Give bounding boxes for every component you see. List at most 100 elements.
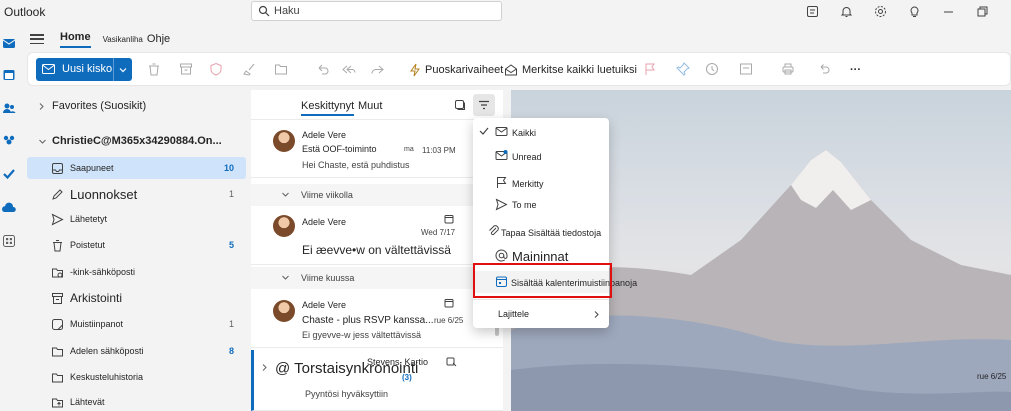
folder-sent[interactable]: Lähetetyt [27,208,246,230]
folder-adele-mail[interactable]: Adelen sähköposti 8 [27,340,246,362]
unread-count: 10 [223,163,234,173]
tab-focused[interactable]: Keskittynyt [301,100,355,116]
move-icon[interactable] [274,62,288,76]
print-icon[interactable] [781,62,795,76]
filter-all[interactable]: Kaikki [473,121,609,143]
avatar [273,130,295,152]
calendar-icon [444,215,454,224]
filter-label: Maininnat [512,249,569,264]
toolbar: Uusi kisko Puoskarivaiheet Merkitse kaik… [27,52,1011,86]
filter-unread[interactable]: Unread [473,145,609,167]
filter-label: Lajittele [498,309,530,319]
filter-icon [479,100,489,110]
quick-steps-button[interactable]: Puoskarivaiheet [409,62,503,78]
undo-icon[interactable] [316,62,330,76]
tab-view[interactable]: Vasikanliha [103,35,143,44]
chevron-right-icon [39,102,44,110]
folder-count: 1 [228,189,234,199]
pin-icon[interactable] [676,62,690,76]
filter-has-files[interactable]: Tapaa Sisältää tiedostoja [473,222,609,244]
folder-deleted[interactable]: Poistetut 5 [27,234,246,256]
reply-all-icon[interactable] [342,62,356,76]
folder-label: Lähetetyt [70,214,108,224]
favorites-section[interactable]: Favorites (Suosikit) [27,95,246,117]
folder-count: 1 [228,319,234,329]
folder-archive[interactable]: Arkistointi [27,287,246,309]
flag-icon[interactable] [643,62,657,76]
delete-icon[interactable] [147,62,161,76]
folder-drafts[interactable]: Luonnokset 1 [27,183,246,205]
folder-label: Adelen sähköposti [70,346,144,356]
folder-icon [52,373,63,382]
group-header[interactable]: Viime kuussa [251,267,503,289]
notes-icon[interactable] [803,3,821,19]
folder-label: Arkistointi [70,291,123,305]
search-box[interactable]: Haku [251,1,502,21]
account-label: ChristieC@M365x34290884.On... [52,135,222,147]
filter-button[interactable] [473,94,495,116]
chevron-down-icon[interactable] [113,58,132,81]
tab-other[interactable]: Muut [358,100,382,112]
outbox-icon [52,398,63,407]
menu-icon[interactable] [30,33,44,45]
group-header[interactable]: Viime viikolla [251,184,503,206]
filter-label: Kaikki [512,128,537,138]
list-item[interactable]: Stevens, Kartio @ Torstaisynkronointi (3… [251,350,503,411]
account-section[interactable]: ChristieC@M365x34290884.On... [27,130,246,152]
folder-label: Luonnokset [70,186,138,202]
message-subject: Estä OOF-toiminto [302,144,377,154]
bell-icon[interactable] [837,3,855,19]
undo-last-icon[interactable] [817,62,831,76]
groups-app-icon[interactable] [2,133,16,147]
minimize-icon[interactable] [939,3,957,19]
rules-icon[interactable] [739,62,753,76]
people-app-icon[interactable] [2,101,16,115]
search-icon [258,5,270,17]
tab-home[interactable]: Home [60,31,91,48]
mail-icon [42,64,55,74]
group-label: Viime kuussa [301,273,355,283]
folder-notes[interactable]: Muistiinpanot 1 [27,313,246,335]
message-list: Keskittynyt Muut Adele Vere Estä OOF-toi… [251,90,503,411]
select-icon[interactable] [454,99,466,111]
message-subject: @ Torstaisynkronointi [275,360,419,377]
list-item[interactable]: Adele Vere Wed 7/17 Ei æevve•w on vältet… [251,207,503,265]
restore-icon[interactable] [973,3,991,19]
mark-all-read-label: Merkitse kaikki luetuiksi [522,64,637,76]
envelope-open-icon [505,64,517,76]
todo-app-icon[interactable] [2,167,16,181]
onedrive-app-icon[interactable] [2,201,16,215]
more-options-button[interactable]: ··· [850,62,861,78]
lightbulb-icon[interactable] [905,3,923,19]
gear-icon[interactable] [871,3,889,19]
delete-icon [53,239,62,251]
mail-app-icon[interactable] [2,36,16,50]
tab-help[interactable]: Ohje [147,33,170,45]
forward-icon[interactable] [370,62,384,76]
folder-conversation-history[interactable]: Keskusteluhistoria [27,366,246,388]
chevron-right-icon [594,311,599,318]
calendar-app-icon[interactable] [2,68,16,82]
inbox-icon [52,162,63,174]
app-title: Outlook [4,5,46,19]
folder-junk[interactable]: -kink-sähköposti [27,261,246,283]
filter-flagged[interactable]: Merkitty [473,173,609,195]
folder-inbox[interactable]: Saapuneet 10 [27,157,246,179]
archive-icon[interactable] [179,62,193,76]
attach-icon [489,225,499,236]
junk-folder-icon [52,268,63,277]
sort-submenu[interactable]: Lajittele [473,303,609,325]
group-label: Viime viikolla [301,190,353,200]
more-apps-icon[interactable] [2,234,16,248]
sweep-icon[interactable] [243,62,257,76]
mark-all-read-button[interactable]: Merkitse kaikki luetuiksi [504,62,637,78]
message-subject: Chaste - plus RSVP kanssa... [302,315,434,326]
list-item[interactable]: Adele Vere Estä OOF-toiminto ma 11:03 PM… [251,122,503,178]
folder-outbox[interactable]: Lähtevät [27,391,246,411]
report-icon[interactable] [209,62,223,76]
notes-icon [52,318,63,330]
list-item[interactable]: Adele Vere Chaste - plus RSVP kanssa... … [251,290,503,348]
filter-to-me[interactable]: To me [473,195,609,217]
snooze-icon[interactable] [705,62,719,76]
new-mail-button[interactable]: Uusi kisko [36,58,132,81]
